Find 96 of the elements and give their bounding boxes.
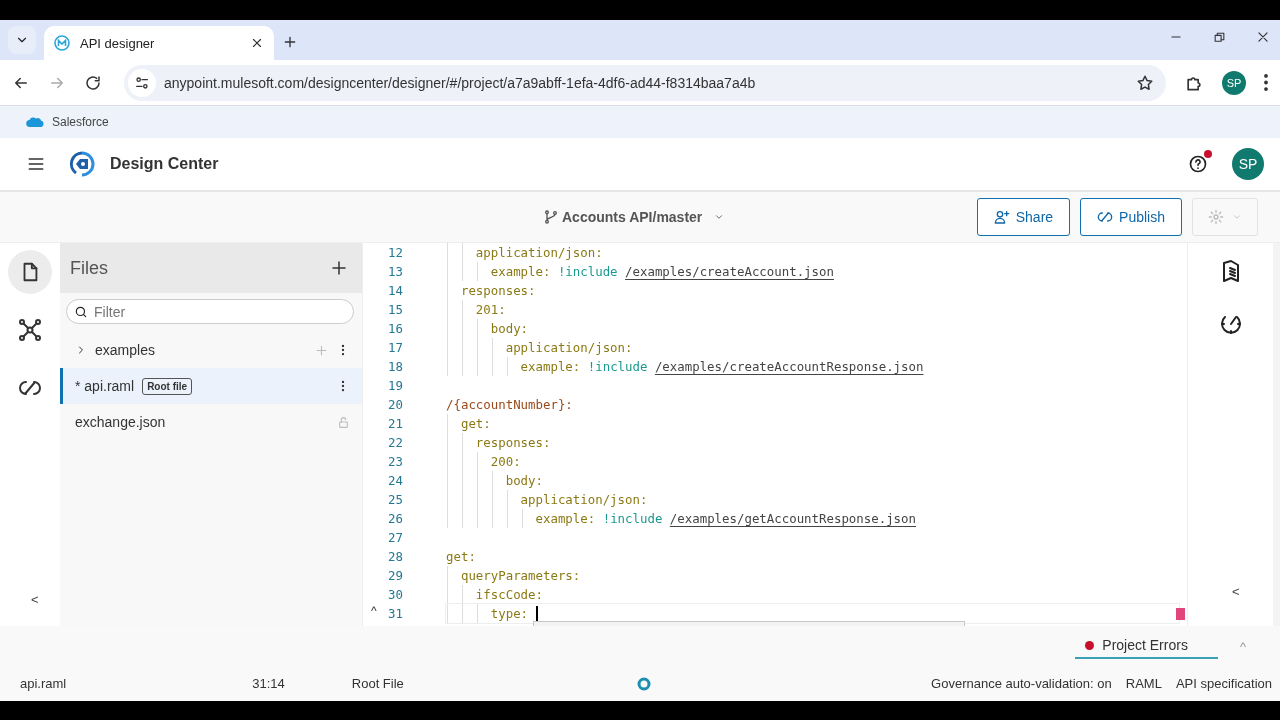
reload-button[interactable]: [84, 73, 102, 92]
status-file: api.raml: [20, 676, 67, 691]
user-avatar[interactable]: SP: [1232, 148, 1264, 180]
plus-icon: [282, 34, 298, 50]
line-number: 15: [388, 302, 403, 317]
help-icon: [1188, 154, 1208, 174]
share-button[interactable]: Share: [976, 198, 1071, 236]
filter-field[interactable]: Filter: [66, 299, 354, 324]
line-number: 20: [388, 397, 403, 412]
app-title: Design Center: [110, 155, 219, 173]
code-line: application/json:: [474, 244, 603, 262]
code-line: application/json:: [504, 339, 633, 357]
cloud-icon: [26, 116, 44, 128]
code-line: 200:: [489, 453, 521, 471]
code-line: responses:: [474, 434, 551, 452]
line-number: 18: [388, 359, 403, 374]
restore-icon: [1213, 30, 1226, 44]
line-number: 17: [388, 340, 403, 355]
collapse-button[interactable]: <: [25, 591, 45, 608]
exchange-icon: [1097, 209, 1114, 225]
browser-tab[interactable]: API designer: [44, 26, 274, 60]
line-number: 25: [388, 492, 403, 507]
status-item: RAML: [1125, 676, 1162, 691]
code-line: responses:: [459, 282, 536, 300]
code-line: queryParameters:: [459, 567, 581, 585]
project-errors-tab[interactable]: Project Errors: [1075, 633, 1218, 659]
line-number: 30: [388, 587, 403, 602]
code-line: 201:: [474, 301, 506, 319]
text-cursor: [536, 605, 538, 622]
new-tab-button[interactable]: [282, 34, 298, 50]
line-number: 16: [388, 321, 403, 336]
status-item: API specification: [1175, 676, 1272, 691]
status-root: Root File: [351, 676, 404, 691]
file-name: * api.raml: [75, 378, 135, 394]
publish-button[interactable]: Publish: [1080, 198, 1182, 236]
mulesoft-logo-icon: [54, 35, 70, 51]
file-name: exchange.json: [75, 414, 167, 430]
cursor-position: 31:14: [252, 676, 285, 691]
plus-icon: [315, 343, 328, 357]
sidebar-tab[interactable]: [8, 250, 52, 294]
fold-button[interactable]: ^: [371, 604, 377, 618]
line-number: 14: [388, 283, 403, 298]
close-icon: [250, 36, 264, 50]
menu-button[interactable]: [1264, 74, 1268, 91]
line-number: 31: [388, 606, 403, 621]
restore-button[interactable]: [1213, 30, 1226, 44]
close-icon: [1256, 30, 1270, 44]
code-line: example: !include /examples/getAccountResponse.json: [534, 510, 916, 528]
line-number: 13: [388, 264, 403, 279]
line-number: 22: [388, 435, 403, 450]
lock-icon: [337, 415, 350, 429]
code-line: get:: [459, 415, 491, 433]
line-number: 19: [388, 378, 403, 393]
line-number: 29: [388, 568, 403, 583]
add-user-icon: [993, 209, 1010, 225]
branch-selector[interactable]: Accounts API/master: [537, 207, 731, 227]
line-number: 12: [388, 245, 403, 260]
panel-title: Files: [70, 257, 108, 279]
line-number: 24: [388, 473, 403, 488]
network-icon: [18, 318, 42, 342]
file-item[interactable]: * api.raml Root file: [60, 368, 362, 404]
code-line: type:: [489, 605, 529, 623]
line-number: 27: [388, 530, 403, 545]
code-line: example: !include /examples/createAccount.json: [489, 263, 834, 281]
code-line: ifscCode:: [474, 586, 543, 604]
plus-icon: [330, 259, 348, 277]
more-icon: [1264, 74, 1268, 91]
status-item: Governance auto-validation: on: [931, 676, 1112, 691]
star-icon: [1136, 73, 1154, 92]
code-line: get:: [446, 548, 476, 566]
code-line: body:: [489, 320, 529, 338]
address-bar[interactable]: anypoint.mulesoft.com/designcenter/designer/#/project/a7a9abff-1efa-4df6-ad44-f8314baa7a4b: [124, 64, 1166, 101]
line-number: 21: [388, 416, 403, 431]
line-number: 28: [388, 549, 403, 564]
line-number: 23: [388, 454, 403, 469]
caret-icon: [714, 212, 725, 222]
add-file-button[interactable]: [330, 259, 348, 277]
code-line: body:: [504, 472, 543, 490]
root-file-tag: Root file: [142, 377, 193, 395]
folder-item[interactable]: examples: [60, 332, 362, 368]
expand-button[interactable]: <: [1226, 583, 1246, 600]
close-window-button[interactable]: [1256, 30, 1270, 44]
file-item[interactable]: exchange.json: [60, 404, 362, 440]
bookmark[interactable]: Salesforce: [20, 114, 115, 130]
settings-icon: [1208, 209, 1224, 225]
line-number: 26: [388, 511, 403, 526]
site-settings-icon: [134, 74, 150, 91]
close-tab-button[interactable]: [250, 36, 264, 50]
reload-icon: [84, 73, 102, 92]
profile-avatar[interactable]: SP: [1222, 70, 1246, 95]
caret-icon: [1232, 212, 1242, 222]
branch-icon: [543, 208, 559, 226]
code-line: example: !include /examples/createAccountResponse.json: [519, 358, 924, 376]
code-line: /{accountNumber}:: [446, 396, 573, 414]
code-line: application/json:: [519, 491, 648, 509]
design-center-logo-icon: [68, 150, 96, 178]
